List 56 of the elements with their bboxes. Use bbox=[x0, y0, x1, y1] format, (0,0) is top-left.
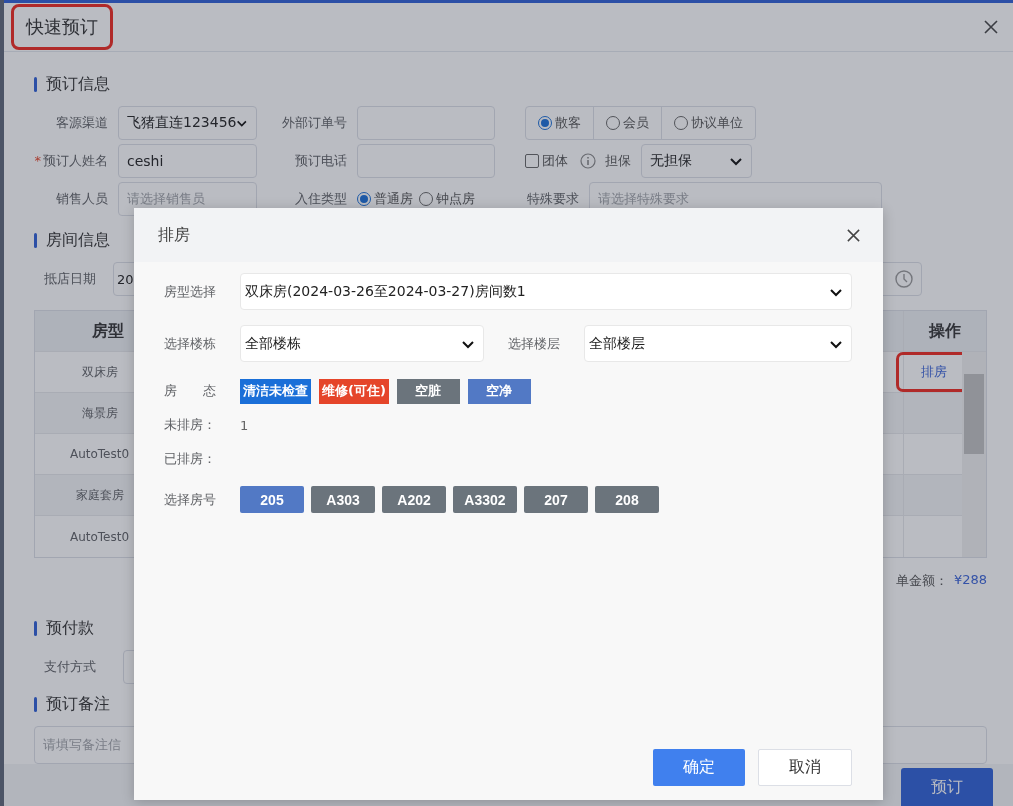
room-type-select[interactable]: 双床房(2024-03-26至2024-03-27)房间数1 bbox=[240, 273, 852, 310]
dialog-title: 快速预订 bbox=[14, 7, 110, 48]
radio-label: 普通房 bbox=[374, 190, 413, 209]
room-number-button[interactable]: 208 bbox=[595, 486, 659, 513]
submit-button[interactable]: 预订 bbox=[901, 768, 993, 806]
unassigned-count: 1 bbox=[240, 417, 249, 433]
close-icon bbox=[846, 227, 861, 243]
close-icon bbox=[983, 19, 999, 36]
status-tag: 维修(可住) bbox=[319, 378, 389, 404]
status-tag: 清洁未检查 bbox=[240, 378, 311, 404]
field-label: 选择楼层 bbox=[507, 334, 561, 353]
field-label: 销售人员 bbox=[55, 190, 109, 209]
room-number-button[interactable]: A303 bbox=[311, 486, 375, 513]
guarantee-select[interactable]: 无担保 bbox=[641, 144, 752, 179]
checkbox[interactable] bbox=[525, 154, 539, 169]
clock-icon bbox=[895, 270, 913, 289]
section-heading: 预付款 bbox=[46, 617, 94, 639]
room-number-button[interactable]: 205 bbox=[240, 486, 304, 513]
building-select[interactable]: 全部楼栋 bbox=[240, 325, 484, 362]
room-number-button[interactable]: A202 bbox=[382, 486, 446, 513]
field-label: 担保 bbox=[605, 152, 631, 171]
field-label: *预订人姓名 bbox=[34, 152, 109, 171]
field-label: 支付方式 bbox=[43, 658, 97, 677]
section-heading: 预订信息 bbox=[46, 73, 110, 95]
cancel-button[interactable]: 取消 bbox=[758, 749, 852, 786]
arrange-room-link[interactable]: 排房 bbox=[899, 355, 967, 390]
radio-label: 钟点房 bbox=[436, 190, 475, 209]
section-heading: 预订备注 bbox=[46, 693, 110, 715]
room-number-button[interactable]: 207 bbox=[524, 486, 588, 513]
radio-label: 会员 bbox=[623, 114, 649, 133]
input-field[interactable] bbox=[357, 144, 495, 179]
checkbox-label: 团体 bbox=[542, 152, 568, 171]
input-field[interactable]: ceshi bbox=[118, 144, 257, 179]
info-icon bbox=[580, 153, 596, 170]
radio-label: 散客 bbox=[555, 114, 581, 133]
column-header: 操作 bbox=[927, 319, 962, 342]
floor-select[interactable]: 全部楼层 bbox=[584, 325, 852, 362]
input-field[interactable] bbox=[357, 106, 495, 141]
field-label: 预订电话 bbox=[294, 152, 348, 171]
status-tag: 空脏 bbox=[396, 378, 460, 404]
section-heading: 房间信息 bbox=[46, 229, 110, 251]
status-tag: 空净 bbox=[467, 378, 531, 404]
radio-label: 协议单位 bbox=[691, 114, 743, 133]
total-label: 单金额： bbox=[895, 572, 948, 591]
total-amount: ¥288 bbox=[953, 572, 987, 590]
field-label: 外部订单号 bbox=[281, 114, 348, 133]
field-label: 入住类型 bbox=[294, 190, 348, 209]
field-label: 抵店日期 bbox=[43, 270, 97, 289]
channel-select[interactable]: 飞猪直连123456 bbox=[118, 106, 257, 141]
confirm-button[interactable]: 确定 bbox=[653, 749, 745, 786]
field-label: 特殊要求 bbox=[526, 190, 580, 209]
dialog-title: 排房 bbox=[158, 224, 190, 246]
field-label: 房型选择 bbox=[164, 282, 217, 301]
scrollbar[interactable] bbox=[962, 352, 986, 558]
room-number-button[interactable]: A3302 bbox=[453, 486, 517, 513]
field-label: 客源渠道 bbox=[55, 114, 109, 133]
